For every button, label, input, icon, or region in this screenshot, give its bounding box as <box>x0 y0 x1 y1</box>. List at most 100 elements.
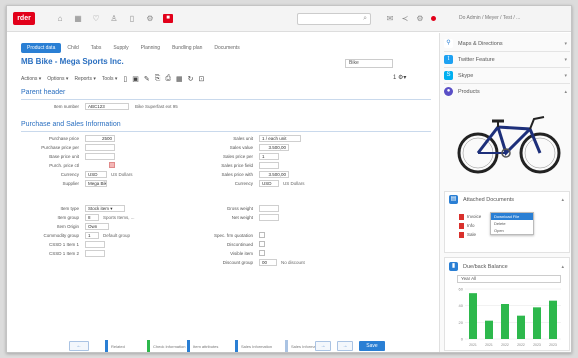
chart-bar[interactable] <box>485 320 493 339</box>
tab-product-data[interactable]: Product data <box>21 43 62 53</box>
visible-item-checkbox[interactable] <box>259 250 265 256</box>
sales-info-marker <box>235 340 238 352</box>
check-info-link[interactable]: Check Information <box>147 339 185 352</box>
notification-dot[interactable] <box>431 16 436 21</box>
pdf-icon <box>459 214 464 220</box>
tab-supply[interactable]: Supply <box>107 43 134 53</box>
edit-icon[interactable]: ✎ <box>144 75 150 83</box>
sales-price-field[interactable] <box>259 162 279 169</box>
widget-products[interactable]: ● Products ▴ <box>444 85 570 98</box>
purch-price-control-checkbox[interactable] <box>109 162 115 168</box>
sales-value-field[interactable]: 3.500,00 <box>259 144 289 151</box>
settings-icon[interactable]: ⚙ <box>415 14 425 23</box>
widget-label: Attached Documents <box>463 196 515 203</box>
home-icon[interactable]: ⌂ <box>55 14 65 23</box>
menu-item-open[interactable]: Open <box>491 227 533 234</box>
item-origin-field[interactable]: Own <box>85 223 109 230</box>
y-tick-label: 0 <box>461 337 464 342</box>
sales-unit-select[interactable]: 1 / each unit <box>259 135 301 142</box>
commodity-group-field[interactable]: 1 <box>85 232 99 239</box>
refresh-icon[interactable]: ↻ <box>188 75 194 83</box>
user-breadcrumb[interactable]: Do Admin / Meyer / Test / ... <box>459 15 520 21</box>
divider <box>444 67 570 68</box>
attach-icon[interactable]: ⊡ <box>199 75 205 83</box>
chart-bar[interactable] <box>501 304 509 339</box>
menu-item-delete[interactable]: Delete <box>491 220 533 227</box>
new-icon[interactable]: ▯ <box>123 75 127 83</box>
grid-icon[interactable]: ▦ <box>73 14 83 23</box>
copy-icon[interactable]: ⎘ <box>155 75 161 83</box>
gear-icon[interactable]: ⚙ <box>145 14 155 23</box>
heart-icon[interactable]: ♡ <box>91 14 101 23</box>
chevron-down-icon[interactable]: ▾ <box>564 41 567 47</box>
attachment-row[interactable]: Info <box>459 223 475 229</box>
related-link[interactable]: Related <box>105 339 125 352</box>
mail-icon[interactable]: ✉ <box>385 14 395 23</box>
toolbar-right-counter[interactable]: 1 ⚙▾ <box>393 74 406 81</box>
sales-price-per-field[interactable]: 1 <box>259 153 279 160</box>
sales-price-with-field[interactable]: 3.500,00 <box>259 171 289 178</box>
chart-bar[interactable] <box>517 315 525 339</box>
attachment-row[interactable]: Invoice <box>459 214 481 220</box>
next-button[interactable]: → <box>315 341 331 351</box>
tab-documents[interactable]: Documents <box>208 43 245 53</box>
share-icon[interactable]: ≺ <box>400 14 410 23</box>
spec-quotation-checkbox[interactable] <box>259 232 265 238</box>
x-tick-label: 2021 <box>485 343 493 347</box>
item-number-field[interactable]: ABC123 <box>85 103 129 110</box>
actions-menu[interactable]: Actions ▾ <box>21 76 41 82</box>
person-icon[interactable]: ♙ <box>109 14 119 23</box>
options-menu[interactable]: Options ▾ <box>47 76 68 82</box>
attached-header[interactable]: ▤ Attached Documents ▴ <box>449 193 567 206</box>
widget-skype[interactable]: S Skype ▾ <box>444 69 570 82</box>
chevron-down-icon[interactable]: ▾ <box>564 73 567 79</box>
item-type-select[interactable]: Stock item ▾ <box>85 205 125 212</box>
cssd1-item1-field[interactable] <box>85 241 105 248</box>
attachment-row[interactable]: Sale <box>459 232 476 238</box>
brand-logo[interactable]: rder <box>13 12 35 25</box>
menu-item-download[interactable]: Download File <box>491 213 533 220</box>
cssd1-item2-field[interactable] <box>85 250 105 257</box>
discontinued-checkbox[interactable] <box>259 241 265 247</box>
tools-menu[interactable]: Tools ▾ <box>102 76 118 82</box>
widget-twitter[interactable]: t Twitter Feature ▾ <box>444 53 570 66</box>
discount-group-select[interactable]: 00 <box>259 259 277 266</box>
chevron-up-icon[interactable]: ▴ <box>564 89 567 95</box>
save-button[interactable]: Save <box>359 341 385 351</box>
item-attributes-link[interactable]: Item attributes <box>187 339 218 352</box>
purchase-price-per-field[interactable] <box>85 144 115 151</box>
chevron-up-icon[interactable]: ▴ <box>561 197 564 203</box>
gross-weight-field[interactable] <box>259 205 279 212</box>
tab-child[interactable]: Child <box>61 43 84 53</box>
purchase-price-field[interactable]: 2500 <box>85 135 115 142</box>
base-price-unit-field[interactable] <box>85 153 115 160</box>
forward-button[interactable]: → <box>337 341 353 351</box>
print-icon[interactable]: ⎙ <box>165 75 171 83</box>
chart-bar[interactable] <box>469 293 477 339</box>
back-button[interactable]: ← <box>69 341 89 351</box>
supplier-field[interactable]: Mega Bik <box>85 180 107 187</box>
tab-planning[interactable]: Planning <box>135 43 166 53</box>
section-purchase-sales: Purchase and Sales Information <box>21 121 121 128</box>
sales-currency-field[interactable]: USD <box>259 180 279 187</box>
chevron-down-icon[interactable]: ▾ <box>564 57 567 63</box>
net-weight-field[interactable] <box>259 214 279 221</box>
chart-bar[interactable] <box>549 300 557 339</box>
category-field[interactable]: Bike <box>345 59 393 68</box>
save-icon[interactable]: ▣ <box>132 75 139 83</box>
search-input[interactable]: ⌕ <box>297 13 371 25</box>
sales-info-link[interactable]: Sales Information <box>235 339 272 352</box>
tab-bundling-plan[interactable]: Bundling plan <box>166 43 208 53</box>
widget-maps[interactable]: ⚲ Maps & Directions ▾ <box>444 37 570 50</box>
period-select[interactable]: Year All <box>457 275 561 283</box>
document-icon[interactable]: ▯ <box>127 14 137 23</box>
reports-menu[interactable]: Reports ▾ <box>74 76 95 82</box>
camera-icon[interactable]: ■ <box>163 14 173 23</box>
tab-tabs[interactable]: Tabs <box>85 43 108 53</box>
chart-bar[interactable] <box>533 307 541 339</box>
currency-field[interactable]: USD <box>85 171 107 178</box>
chevron-up-icon[interactable]: ▴ <box>561 264 564 270</box>
grid-view-icon[interactable]: ▦ <box>176 75 183 83</box>
item-group-field[interactable]: 8 <box>85 214 99 221</box>
balance-header[interactable]: ▮ Due/back Balance ▴ <box>449 260 567 273</box>
